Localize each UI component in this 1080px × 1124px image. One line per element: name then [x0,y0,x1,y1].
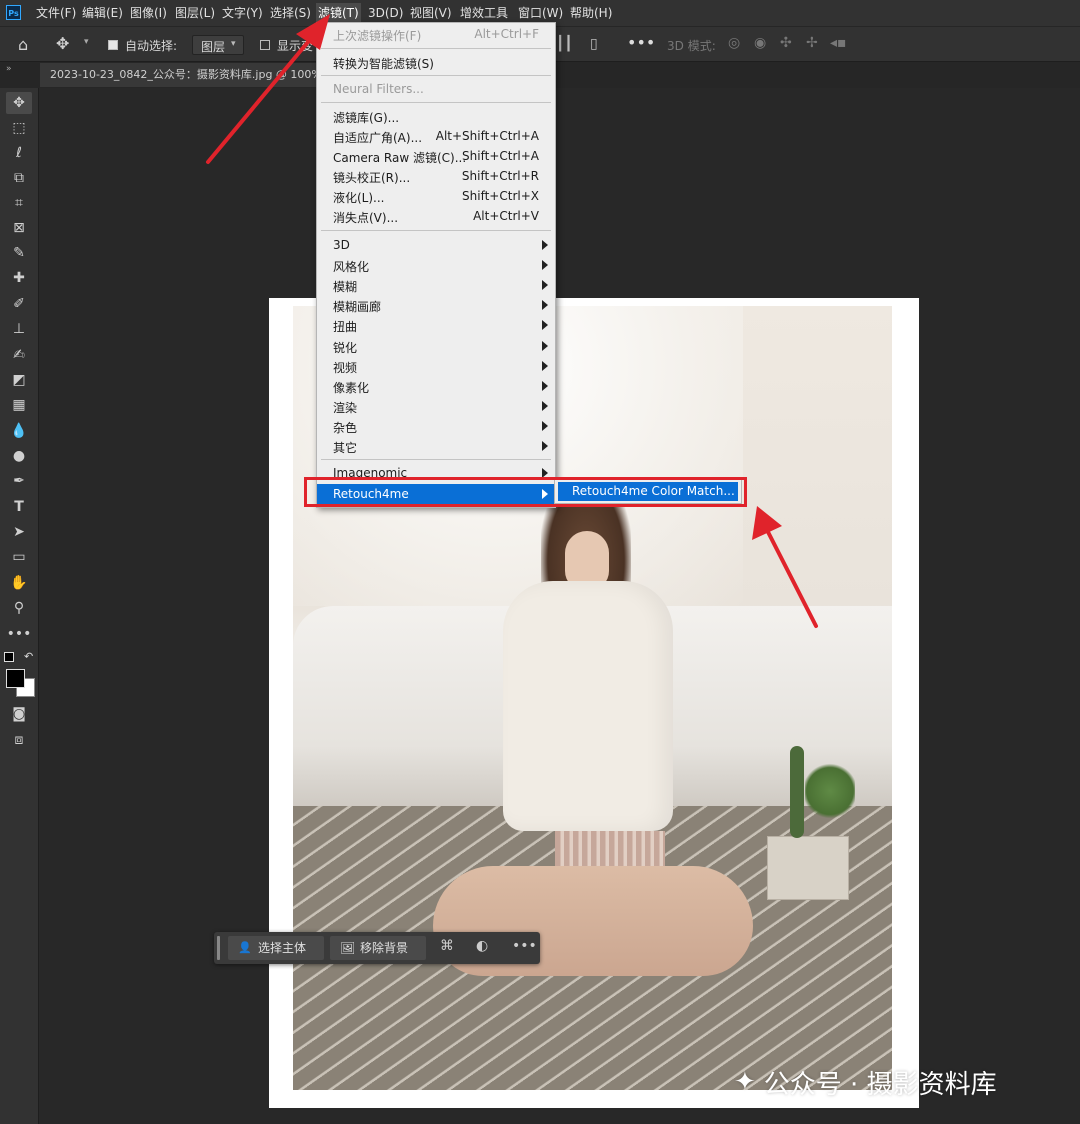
annotation-arrow-bottom [752,506,818,628]
select-subject-label: 选择主体 [258,941,307,955]
select-subject-button[interactable]: 👤 选择主体 [228,936,324,960]
annotation-arrow-top [206,14,330,164]
remove-background-button[interactable]: 🖼 移除背景 [330,936,426,960]
watermark-text: 公众号 · 摄影资料库 [763,1069,997,1100]
more-options-icon[interactable]: ••• [512,938,537,954]
remove-background-label: 移除背景 [360,941,409,955]
watermark: ✦ 公众号 · 摄影资料库 [734,1062,997,1102]
image-icon: 🖼 [340,941,356,955]
wechat-icon: ✦ [734,1067,756,1097]
contextual-task-bar: 👤 选择主体 🖼 移除背景 ⌘ ◐ ••• [214,932,540,964]
transform-icon[interactable]: ⌘ [440,938,454,954]
adjustment-icon[interactable]: ◐ [476,938,488,954]
annotation-arrows [206,14,818,628]
drag-handle[interactable] [217,936,220,960]
person-icon: 👤 [238,941,252,954]
